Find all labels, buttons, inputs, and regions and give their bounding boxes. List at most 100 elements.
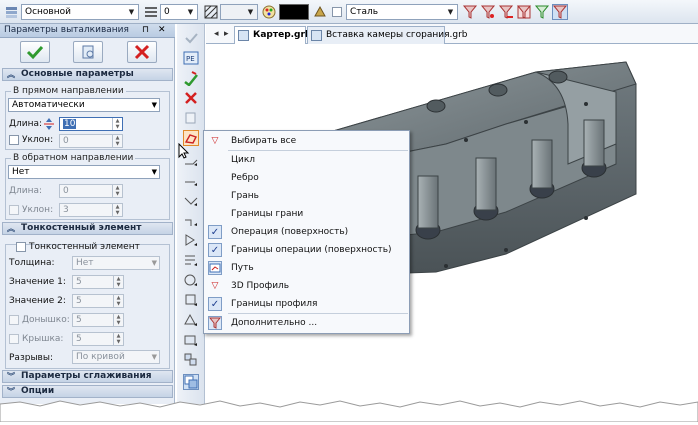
filter-edge-icon[interactable]: [498, 4, 514, 20]
layers-icon[interactable]: [4, 4, 20, 20]
tool-extrude-6-icon[interactable]: [183, 252, 199, 268]
forward-taper-checkbox[interactable]: [9, 135, 19, 145]
bottom-checkbox[interactable]: [9, 315, 19, 325]
tool-extrude-12-icon[interactable]: [183, 374, 199, 390]
apply-icon[interactable]: [183, 70, 199, 87]
spinner-arrows-icon[interactable]: ▲ ▼: [113, 333, 123, 345]
filter-face-icon[interactable]: [480, 4, 496, 20]
tab-scroll-left-icon[interactable]: ◂: [214, 29, 219, 39]
backward-length-input[interactable]: 0 ▲ ▼: [59, 184, 123, 198]
forward-mode-select[interactable]: Автоматически ▼: [8, 98, 160, 112]
menu-item-face[interactable]: Грань: [204, 188, 409, 205]
thin-wall-checkbox[interactable]: [16, 242, 26, 252]
tool-extrude-2-icon[interactable]: [183, 172, 199, 188]
spinner-arrows-icon[interactable]: ▲ ▼: [113, 295, 123, 307]
backward-length-value: 0: [63, 186, 69, 196]
forward-length-value: 10: [63, 119, 77, 129]
material-checkbox[interactable]: [332, 7, 342, 17]
backward-mode-select[interactable]: Нет ▼: [8, 165, 160, 179]
menu-item-label: Цикл: [231, 155, 256, 165]
menu-item-3d-profile[interactable]: ▽ 3D Профиль: [204, 278, 409, 295]
menu-item-profile-bounds[interactable]: ✓ Границы профиля: [204, 296, 409, 313]
value2-input[interactable]: 5 ▲ ▼: [72, 294, 124, 308]
bottom-input[interactable]: 5 ▲ ▼: [72, 313, 124, 327]
menu-item-more[interactable]: Дополнительно ...: [204, 315, 409, 332]
forward-length-input[interactable]: 10 ▲ ▼: [59, 117, 123, 131]
backward-taper-checkbox[interactable]: [9, 205, 19, 215]
menu-item-face-bounds[interactable]: Границы грани: [204, 206, 409, 223]
backward-taper-input[interactable]: 3 ▲ ▼: [59, 203, 123, 217]
tool-extrude-11-icon[interactable]: [183, 352, 199, 368]
material-combo[interactable]: Сталь ▼: [346, 4, 458, 20]
menu-item-select-all[interactable]: ▽ Выбирать все: [204, 133, 409, 150]
lid-input[interactable]: 5 ▲ ▼: [72, 332, 124, 346]
menu-item-path[interactable]: Путь: [204, 260, 409, 277]
backward-caption: В обратном направлении: [11, 153, 136, 163]
gaps-select[interactable]: По кривой ▼: [72, 350, 160, 364]
tool-extrude-10-icon[interactable]: [183, 332, 199, 348]
pin-icon[interactable]: ⊓: [142, 25, 149, 35]
cancel-icon[interactable]: [183, 90, 199, 106]
forward-taper-label: Уклон:: [22, 135, 54, 145]
palette-icon[interactable]: [261, 4, 277, 20]
filter-vertex-icon[interactable]: [516, 4, 532, 20]
tool-extrude-7-icon[interactable]: [183, 272, 199, 288]
value1-input[interactable]: 5 ▲ ▼: [72, 275, 124, 289]
menu-item-operation-surface[interactable]: ✓ Операция (поверхность): [204, 224, 409, 241]
preview-button[interactable]: [73, 41, 103, 63]
parameters-icon[interactable]: PE: [183, 50, 199, 66]
tab-scroll-right-icon[interactable]: ▸: [224, 29, 229, 39]
lid-checkbox[interactable]: [9, 334, 19, 344]
spinner-arrows-icon[interactable]: ▲ ▼: [113, 314, 123, 326]
accept-icon[interactable]: [183, 30, 199, 46]
tool-extrude-5-icon[interactable]: [183, 232, 199, 248]
tool-extrude-8-icon[interactable]: [183, 292, 199, 308]
menu-item-operation-bounds[interactable]: ✓ Границы операции (поверхность): [204, 242, 409, 259]
menu-item-label: Дополнительно ...: [231, 318, 318, 328]
panel-title: Параметры выталкивания: [4, 25, 129, 35]
hatch-icon[interactable]: [203, 4, 219, 20]
more-options-icon: [208, 316, 222, 330]
value2-value: 5: [76, 296, 82, 306]
tab-karter[interactable]: Картер.grb: [234, 26, 311, 44]
spinner-arrows-icon[interactable]: ▲ ▼: [112, 185, 122, 197]
thickness-select[interactable]: Нет ▼: [72, 256, 160, 270]
menu-item-edge[interactable]: Ребро: [204, 170, 409, 187]
check-icon: ✓: [208, 225, 222, 239]
line-style-icon[interactable]: [143, 4, 159, 20]
section-smoothing[interactable]: ︾ Параметры сглаживания: [2, 370, 173, 383]
tool-extrude-9-icon[interactable]: [183, 312, 199, 328]
menu-item-cycle[interactable]: Цикл: [204, 152, 409, 169]
check-icon: [26, 45, 44, 60]
lid-label: Крышка:: [22, 334, 64, 344]
gaps-label: Разрывы:: [9, 353, 53, 363]
close-icon[interactable]: ✕: [158, 25, 166, 35]
section-main-parameters[interactable]: ︽ Основные параметры: [2, 68, 173, 81]
backward-mode-value: Нет: [12, 167, 30, 177]
layer-combo[interactable]: Основной ▼: [21, 4, 139, 20]
hatch-combo[interactable]: ▼: [220, 4, 258, 20]
line-count-value: 0: [164, 7, 170, 17]
cancel-button[interactable]: [127, 41, 157, 63]
forward-taper-input[interactable]: 0 ▲ ▼: [59, 134, 123, 148]
material-combo-value: Сталь: [350, 7, 379, 17]
material-icon[interactable]: [312, 4, 328, 20]
spinner-arrows-icon[interactable]: ▲ ▼: [112, 135, 122, 147]
filter-active-icon[interactable]: [552, 4, 568, 20]
line-count-combo[interactable]: 0 ▼: [160, 4, 198, 20]
copy-icon[interactable]: [183, 110, 199, 126]
direction-arrows-icon[interactable]: [42, 117, 56, 131]
filter-body-icon[interactable]: [462, 4, 478, 20]
section-thin-wall[interactable]: ︽ Тонкостенный элемент: [2, 222, 173, 235]
tool-extrude-4-icon[interactable]: [183, 212, 199, 228]
tool-extrude-3-icon[interactable]: [183, 192, 199, 208]
filter-path-icon[interactable]: [534, 4, 550, 20]
tab-insert-chamber[interactable]: Вставка камеры сгорания.grb: [307, 26, 468, 44]
color-swatch[interactable]: [279, 4, 309, 20]
spinner-arrows-icon[interactable]: ▲ ▼: [112, 204, 122, 216]
spinner-arrows-icon[interactable]: ▲ ▼: [113, 276, 123, 288]
spinner-arrows-icon[interactable]: ▲ ▼: [112, 118, 122, 130]
preview-icon: [82, 45, 94, 59]
document-icon: [311, 30, 322, 41]
ok-button[interactable]: [20, 41, 50, 63]
